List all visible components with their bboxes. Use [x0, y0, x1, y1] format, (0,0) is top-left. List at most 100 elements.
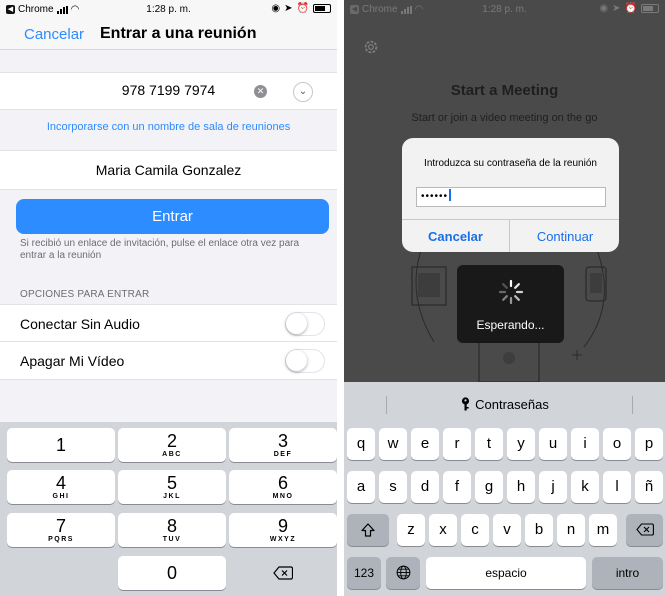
display-name-value[interactable]: Maria Camila Gonzalez: [0, 162, 337, 178]
option-label: Apagar Mi Vídeo: [20, 353, 125, 369]
key-h[interactable]: h: [507, 471, 535, 503]
key-9[interactable]: 9 WXYZ: [229, 513, 337, 547]
key-8[interactable]: 8 TUV: [118, 513, 226, 547]
dialog-actions: Cancelar Continuar: [402, 219, 619, 252]
battery-icon: [313, 4, 331, 13]
key-empty: [7, 556, 115, 590]
password-input[interactable]: ••••••: [416, 187, 606, 207]
backspace-key[interactable]: [229, 556, 337, 590]
alarm-icon: ⏰: [296, 3, 309, 14]
lock-rotation-icon: ◉: [599, 3, 609, 14]
backspace-icon: [273, 566, 294, 580]
key-s[interactable]: s: [379, 471, 407, 503]
cancel-button[interactable]: Cancelar: [24, 26, 84, 43]
key-y[interactable]: y: [507, 428, 535, 460]
key-m[interactable]: m: [589, 514, 617, 546]
dialog-cancel-button[interactable]: Cancelar: [402, 220, 510, 252]
key-g[interactable]: g: [475, 471, 503, 503]
key-p[interactable]: p: [635, 428, 663, 460]
keyboard-suggestion-bar: Contraseñas: [344, 382, 665, 428]
status-bar: ◀ Chrome ◠ 1:28 p. m. ◉ ➤ ⏰: [0, 0, 337, 18]
globe-icon: [396, 565, 410, 580]
key-o[interactable]: o: [603, 428, 631, 460]
lock-rotation-icon: ◉: [271, 3, 281, 14]
room-name-link-row: Incorporarse con un nombre de sala de re…: [0, 110, 337, 150]
password-dialog: Introduzca su contraseña de la reunión •…: [402, 138, 619, 252]
key-w[interactable]: w: [379, 428, 407, 460]
meeting-id-value[interactable]: 978 7199 7974: [0, 82, 337, 98]
key-x[interactable]: x: [429, 514, 457, 546]
status-bar: ◀ Chrome ◠ 1:28 p. m. ◉ ➤ ⏰: [344, 0, 665, 18]
option-video-off: Apagar Mi Vídeo: [0, 342, 337, 380]
numeric-keypad: 1 2 ABC 3 DEF 4 GHI 5 JKL 6 MNO 7 PQRS 8 TUV 9W…: [0, 422, 337, 596]
key-icon: [462, 397, 470, 411]
key-d[interactable]: d: [411, 471, 439, 503]
text-cursor: [449, 189, 451, 201]
background-title: Start a Meeting: [450, 82, 559, 99]
key-r[interactable]: r: [443, 428, 471, 460]
key-a[interactable]: a: [347, 471, 375, 503]
shift-key[interactable]: [347, 514, 389, 546]
join-button[interactable]: Entrar: [16, 199, 329, 234]
key-e[interactable]: e: [411, 428, 439, 460]
key-c[interactable]: c: [461, 514, 489, 546]
return-key[interactable]: intro: [592, 557, 663, 589]
key-n-tilde[interactable]: ñ: [635, 471, 663, 503]
key-1[interactable]: 1: [7, 428, 115, 462]
key-0[interactable]: 0: [118, 556, 226, 590]
passwords-suggestion-label: Contraseñas: [475, 397, 549, 412]
option-no-audio: Conectar Sin Audio: [0, 304, 337, 342]
key-7[interactable]: 7 PQRS: [7, 513, 115, 547]
alarm-icon: ⏰: [624, 3, 637, 14]
display-name-field[interactable]: Maria Camila Gonzalez: [0, 150, 337, 190]
options-section-title: OPCIONES PARA ENTRAR: [20, 289, 150, 300]
backspace-icon: [635, 523, 654, 536]
option-label: Conectar Sin Audio: [20, 316, 140, 332]
numbers-key[interactable]: 123: [347, 557, 381, 589]
page-title: Entrar a una reunión: [100, 25, 257, 42]
key-l[interactable]: l: [603, 471, 631, 503]
waiting-overlay: Esperando...: [457, 265, 564, 343]
password-mask: ••••••: [421, 191, 449, 202]
passwords-suggestion[interactable]: Contraseñas: [344, 397, 665, 412]
key-q[interactable]: q: [347, 428, 375, 460]
key-k[interactable]: k: [571, 471, 599, 503]
settings-gear-icon[interactable]: [362, 38, 380, 56]
key-j[interactable]: j: [539, 471, 567, 503]
key-f[interactable]: f: [443, 471, 471, 503]
meeting-id-field[interactable]: 978 7199 7974 ✕ ⌄: [0, 72, 337, 110]
chevron-down-icon[interactable]: ⌄: [293, 82, 313, 102]
invite-hint: Si recibió un enlace de invitación, puls…: [20, 238, 300, 261]
key-5[interactable]: 5 JKL: [118, 470, 226, 504]
space-key[interactable]: espacio: [426, 557, 586, 589]
left-phone-screen: ◀ Chrome ◠ 1:28 p. m. ◉ ➤ ⏰ Cancelar Ent…: [0, 0, 337, 596]
loading-spinner-icon: [498, 279, 524, 305]
delete-key[interactable]: [626, 514, 663, 546]
key-i[interactable]: i: [571, 428, 599, 460]
key-t[interactable]: t: [475, 428, 503, 460]
shift-icon: [361, 523, 375, 537]
key-b[interactable]: b: [525, 514, 553, 546]
nav-bar: Cancelar Entrar a una reunión: [0, 18, 337, 50]
key-z[interactable]: z: [397, 514, 425, 546]
location-icon: ➤: [612, 3, 621, 14]
key-4[interactable]: 4 GHI: [7, 470, 115, 504]
waiting-label: Esperando...: [476, 318, 545, 332]
join-with-room-name-link[interactable]: Incorporarse con un nombre de sala de re…: [0, 121, 337, 133]
right-phone-screen: ◀ Chrome ◠ 1:28 p. m. ◉ ➤ ⏰ Start a Meet…: [344, 0, 665, 596]
key-u[interactable]: u: [539, 428, 567, 460]
key-v[interactable]: v: [493, 514, 521, 546]
background-subtitle: Start or join a video meeting on the go: [411, 112, 598, 124]
clear-icon[interactable]: ✕: [254, 85, 267, 98]
key-6[interactable]: 6 MNO: [229, 470, 337, 504]
key-3[interactable]: 3 DEF: [229, 428, 337, 462]
dialog-continue-button[interactable]: Continuar: [511, 220, 619, 252]
key-2[interactable]: 2 ABC: [118, 428, 226, 462]
no-audio-toggle[interactable]: [285, 312, 325, 336]
key-n[interactable]: n: [557, 514, 585, 546]
video-off-toggle[interactable]: [285, 349, 325, 373]
globe-key[interactable]: [386, 557, 420, 589]
location-icon: ➤: [284, 3, 293, 14]
system-keyboard: Contraseñas q w e r t y u i o p a s d f …: [344, 382, 665, 596]
dialog-message: Introduzca su contraseña de la reunión: [424, 158, 597, 169]
